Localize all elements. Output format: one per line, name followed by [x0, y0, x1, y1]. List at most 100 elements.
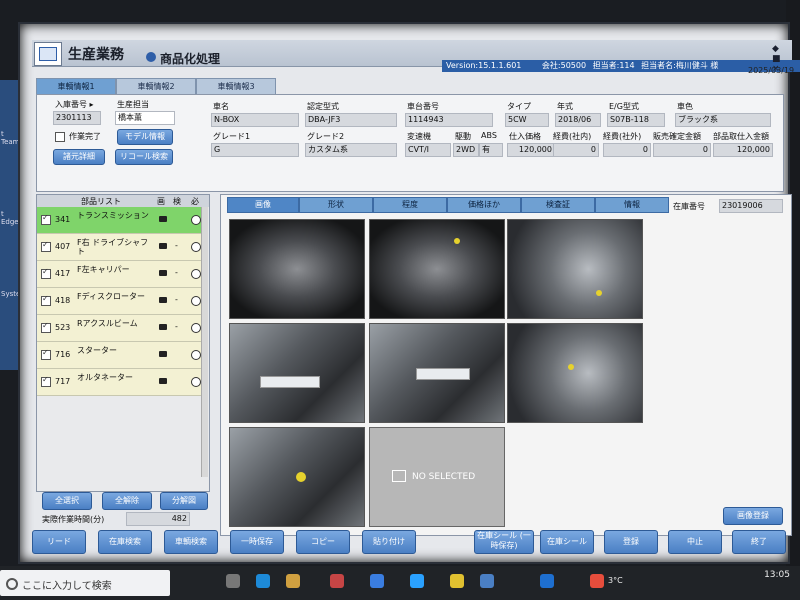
purchase-label: 仕入価格: [509, 132, 541, 141]
exploded-view-button[interactable]: 分解図: [160, 492, 208, 510]
part-code: 716: [55, 350, 71, 359]
chassis-no-field[interactable]: 1114943: [405, 113, 493, 127]
grade1-field[interactable]: G: [211, 143, 299, 157]
explorer-icon[interactable]: [286, 574, 300, 588]
parts-row[interactable]: 418 Fディスクローター -: [37, 288, 207, 315]
bottom-button[interactable]: 貼り付け: [362, 530, 416, 554]
part-checkbox[interactable]: [41, 294, 51, 306]
work-done-checkbox[interactable]: [55, 132, 65, 142]
staff-name-text: 担当者名:梅川健斗 様: [641, 61, 719, 70]
taskview-icon[interactable]: [226, 574, 240, 588]
parts-row[interactable]: 407 F右 ドライブシャフト -: [37, 234, 207, 261]
part-inspect-mark: -: [175, 268, 178, 277]
recall-search-button[interactable]: リコール検索: [115, 149, 173, 165]
image-tab[interactable]: 形状: [299, 197, 373, 213]
cost-out-field[interactable]: 0: [603, 143, 651, 157]
part-checkbox[interactable]: [41, 375, 51, 387]
cert-type-field[interactable]: DBA-JF3: [305, 113, 397, 127]
color-label: 車色: [677, 102, 693, 111]
store-icon[interactable]: [370, 574, 384, 588]
part-checkbox[interactable]: [41, 348, 51, 360]
parts-row[interactable]: 417 F左キャリパー -: [37, 261, 207, 288]
type-label: タイプ: [507, 102, 531, 111]
part-code: 341: [55, 215, 71, 224]
photo-thumbnail[interactable]: [229, 427, 365, 527]
bottom-button[interactable]: 在庫シール (一時保存): [474, 530, 534, 554]
bottom-button[interactable]: 在庫検索: [98, 530, 152, 554]
image-tab[interactable]: 検査証: [521, 197, 595, 213]
grade1-label: グレード1: [213, 132, 251, 141]
production-staff-field[interactable]: 橋本薫: [115, 111, 175, 125]
parts-scrollbar[interactable]: [201, 207, 208, 477]
work-time-field[interactable]: 482: [126, 512, 190, 526]
clock[interactable]: 13:05: [764, 570, 790, 580]
weather-icon[interactable]: [590, 574, 604, 588]
abs-field[interactable]: 有: [479, 143, 503, 157]
photo-thumbnail[interactable]: [507, 323, 643, 423]
purchase-field[interactable]: 120,000: [507, 143, 555, 157]
camera-icon: [159, 324, 167, 330]
image-register-button[interactable]: 画像登録: [723, 507, 783, 525]
bottom-button[interactable]: リード: [32, 530, 86, 554]
vehicle-name-field[interactable]: N-BOX: [211, 113, 299, 127]
required-circle-icon: [191, 323, 201, 333]
part-checkbox[interactable]: [41, 321, 51, 333]
image-tab[interactable]: 画像: [227, 197, 299, 213]
folder-icon[interactable]: [450, 574, 464, 588]
photo-thumbnail[interactable]: [369, 219, 505, 319]
app-icon-blue[interactable]: [540, 574, 554, 588]
parts-row[interactable]: 341 トランスミッション: [37, 207, 207, 234]
part-name: トランスミッション: [77, 211, 149, 220]
photo-thumbnail[interactable]: [369, 323, 505, 423]
app-icon-red[interactable]: [330, 574, 344, 588]
empty-photo-slot[interactable]: NO SELECTED: [369, 427, 505, 527]
inbound-no-field[interactable]: 2301113: [53, 111, 101, 125]
stock-no-field[interactable]: 23019006: [719, 199, 783, 213]
image-tab[interactable]: 価格ほか: [447, 197, 521, 213]
bottom-button[interactable]: 登録: [604, 530, 658, 554]
part-checkbox[interactable]: [41, 240, 51, 252]
image-tab[interactable]: 情報: [595, 197, 669, 213]
image-panel: 画像 形状 程度 価格ほか 検査証 情報 在庫番号 23019006 NO SELECTE…: [220, 194, 792, 536]
part-inspect-mark: -: [175, 241, 178, 250]
model-info-button[interactable]: モデル情報: [117, 129, 173, 145]
parts-row[interactable]: 523 Rアクスルビーム -: [37, 315, 207, 342]
photo-thumbnail[interactable]: [507, 219, 643, 319]
work-time-label: 実際作業時間(分): [42, 515, 105, 524]
part-checkbox[interactable]: [41, 267, 51, 279]
taskbar-search[interactable]: ここに入力して検索: [0, 570, 170, 596]
cost-in-field[interactable]: 0: [553, 143, 599, 157]
year-field[interactable]: 2018/06: [555, 113, 601, 127]
bottom-button[interactable]: 在庫シール: [540, 530, 594, 554]
bottom-button[interactable]: 中止: [668, 530, 722, 554]
drive-field[interactable]: 2WD: [453, 143, 479, 157]
grade2-field[interactable]: カスタム系: [305, 143, 397, 157]
part-checkbox[interactable]: [41, 213, 51, 225]
sale-fixed-field[interactable]: 0: [653, 143, 711, 157]
type-field[interactable]: 5CW: [505, 113, 549, 127]
eg-type-field[interactable]: S07B-118: [607, 113, 665, 127]
select-all-button[interactable]: 全選択: [42, 492, 92, 510]
parts-row[interactable]: 717 オルタネーター: [37, 369, 207, 396]
detail-button[interactable]: 諸元詳細: [53, 149, 105, 165]
parts-total-field[interactable]: 120,000: [713, 143, 773, 157]
photo-thumbnail[interactable]: [229, 219, 365, 319]
clock-time: 13:05: [764, 570, 790, 580]
mail-icon[interactable]: [410, 574, 424, 588]
search-icon: [6, 578, 18, 590]
bottom-button[interactable]: 車輌検索: [164, 530, 218, 554]
bottom-button[interactable]: 一時保存: [230, 530, 284, 554]
required-circle-icon: [191, 269, 201, 279]
image-tab[interactable]: 程度: [373, 197, 447, 213]
company-text: 会社:50500: [541, 61, 587, 70]
part-name: F右 ドライブシャフト: [77, 238, 149, 256]
bottom-button[interactable]: コピー: [296, 530, 350, 554]
deselect-all-button[interactable]: 全解除: [102, 492, 152, 510]
parts-row[interactable]: 716 スターター: [37, 342, 207, 369]
production-app-icon[interactable]: [480, 574, 494, 588]
mission-field[interactable]: CVT/I: [405, 143, 451, 157]
bottom-button[interactable]: 終了: [732, 530, 786, 554]
photo-thumbnail[interactable]: [229, 323, 365, 423]
color-field[interactable]: ブラック系: [675, 113, 771, 127]
edge-icon[interactable]: [256, 574, 270, 588]
